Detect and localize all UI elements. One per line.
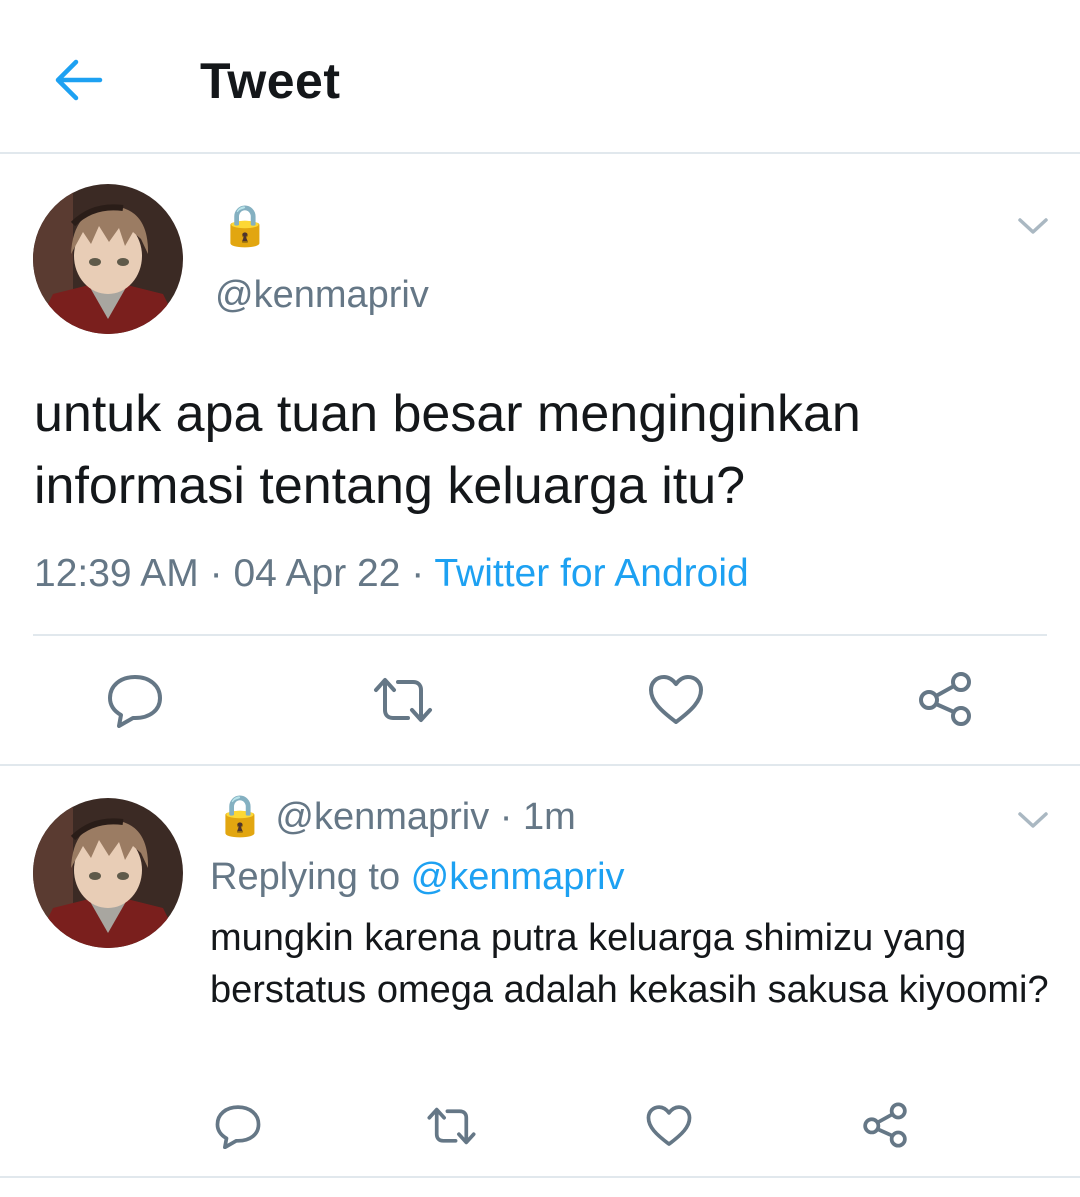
share-icon — [919, 672, 971, 726]
reply-menu-button[interactable] — [1015, 804, 1051, 839]
lock-icon: 🔒 — [220, 204, 270, 248]
replying-mention-link[interactable]: @kenmapriv — [411, 856, 625, 898]
tweet-date: 04 Apr 22 — [233, 552, 401, 595]
replying-label: Replying to — [210, 856, 411, 898]
chevron-down-icon — [1018, 218, 1048, 234]
tweet-text: untuk apa tuan besar menginginkan inform… — [34, 385, 861, 515]
reply-tweet-text: mungkin karena putra keluarga shimizu ya… — [210, 917, 1049, 1011]
avatar[interactable] — [33, 184, 183, 334]
user-handle[interactable]: @kenmapriv — [215, 274, 429, 317]
replying-to: Replying to @kenmapriv — [210, 856, 625, 899]
reply-header: 🔒 @kenmapriv · 1m — [215, 796, 576, 839]
retweet-button[interactable] — [370, 672, 436, 733]
tweet-menu-button[interactable] — [1015, 210, 1051, 245]
comment-bubble-icon — [215, 1105, 261, 1150]
like-button[interactable] — [646, 672, 706, 733]
divider — [33, 634, 1047, 636]
retweet-icon — [427, 1107, 476, 1145]
arrow-left-icon — [55, 59, 103, 101]
reply-handle[interactable]: @kenmapriv — [275, 796, 489, 838]
reply-avatar[interactable] — [33, 798, 183, 948]
reply-time: 1m — [523, 796, 576, 838]
divider — [0, 764, 1080, 766]
app-header: Tweet — [0, 0, 1080, 154]
meta-separator: · — [198, 552, 234, 595]
tweet-source-link[interactable]: Twitter for Android — [434, 552, 748, 595]
comment-bubble-icon — [108, 675, 162, 728]
reply-reply-button[interactable] — [213, 1103, 263, 1154]
chevron-down-icon — [1018, 812, 1048, 828]
reply-like-button[interactable] — [644, 1103, 694, 1154]
heart-icon — [646, 1105, 692, 1146]
reply-retweet-button[interactable] — [424, 1103, 479, 1154]
retweet-icon — [374, 678, 432, 722]
divider — [0, 1176, 1080, 1178]
lock-icon: 🔒 — [215, 794, 265, 838]
page-title: Tweet — [200, 53, 341, 109]
meta-separator: · — [400, 552, 435, 595]
reply-button[interactable] — [105, 672, 165, 733]
tweet-time: 12:39 AM — [34, 552, 199, 595]
heart-icon — [649, 675, 703, 724]
reply-share-button[interactable] — [860, 1101, 910, 1154]
back-button[interactable] — [50, 54, 106, 106]
share-button[interactable] — [915, 670, 975, 733]
share-icon — [863, 1102, 907, 1148]
tweet-meta: 12:39 AM · 04 Apr 22 · Twitter for Andro… — [34, 552, 749, 596]
time-separator: · — [489, 796, 524, 838]
